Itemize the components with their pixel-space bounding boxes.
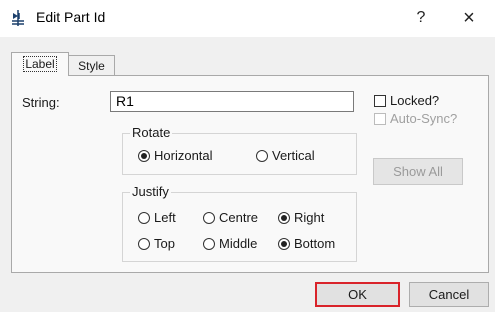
- radio-label: Bottom: [294, 236, 336, 251]
- radio-label: Right: [294, 210, 325, 225]
- checkbox-label: Locked?: [390, 93, 440, 108]
- radio-dot: [138, 237, 150, 250]
- tab-label-text: Label: [23, 56, 57, 72]
- app-icon: [12, 10, 24, 26]
- tab-style[interactable]: Style: [68, 55, 115, 76]
- radio-dot: [256, 149, 268, 162]
- ok-button[interactable]: OK: [315, 282, 400, 307]
- radio-right[interactable]: Right: [278, 210, 324, 225]
- string-input[interactable]: [110, 91, 354, 112]
- autosync-checkbox[interactable]: Auto-Sync?: [374, 111, 457, 126]
- justify-group-title: Justify: [130, 184, 171, 199]
- radio-dot: [278, 211, 290, 224]
- radio-horizontal[interactable]: Horizontal: [138, 148, 213, 163]
- radio-vertical[interactable]: Vertical: [256, 148, 315, 163]
- radio-label: Left: [154, 210, 176, 225]
- checkbox-label: Auto-Sync?: [390, 111, 458, 126]
- help-button[interactable]: ?: [408, 6, 434, 30]
- justify-group: [122, 192, 357, 262]
- title-bar: Edit Part Id ? ×: [0, 0, 495, 37]
- checkbox-box: [374, 112, 386, 125]
- string-label: String:: [22, 95, 60, 110]
- locked-checkbox[interactable]: Locked?: [374, 93, 439, 108]
- radio-dot: [278, 237, 290, 250]
- tab-label[interactable]: Label: [11, 52, 69, 76]
- radio-label: Vertical: [272, 148, 315, 163]
- radio-label: Top: [154, 236, 175, 251]
- radio-label: Horizontal: [154, 148, 213, 163]
- radio-left[interactable]: Left: [138, 210, 176, 225]
- radio-dot: [203, 211, 215, 224]
- close-button[interactable]: ×: [454, 6, 484, 30]
- show-all-button[interactable]: Show All: [373, 158, 463, 185]
- radio-centre[interactable]: Centre: [203, 210, 258, 225]
- radio-label: Centre: [219, 210, 259, 225]
- rotate-group-title: Rotate: [130, 125, 173, 140]
- cancel-button[interactable]: Cancel: [409, 282, 489, 307]
- radio-bottom[interactable]: Bottom: [278, 236, 335, 251]
- radio-dot: [138, 211, 150, 224]
- checkbox-box: [374, 94, 386, 107]
- window-title: Edit Part Id: [36, 9, 106, 25]
- radio-top[interactable]: Top: [138, 236, 175, 251]
- radio-label: Middle: [219, 236, 258, 251]
- radio-middle[interactable]: Middle: [203, 236, 257, 251]
- radio-dot: [138, 149, 150, 162]
- radio-dot: [203, 237, 215, 250]
